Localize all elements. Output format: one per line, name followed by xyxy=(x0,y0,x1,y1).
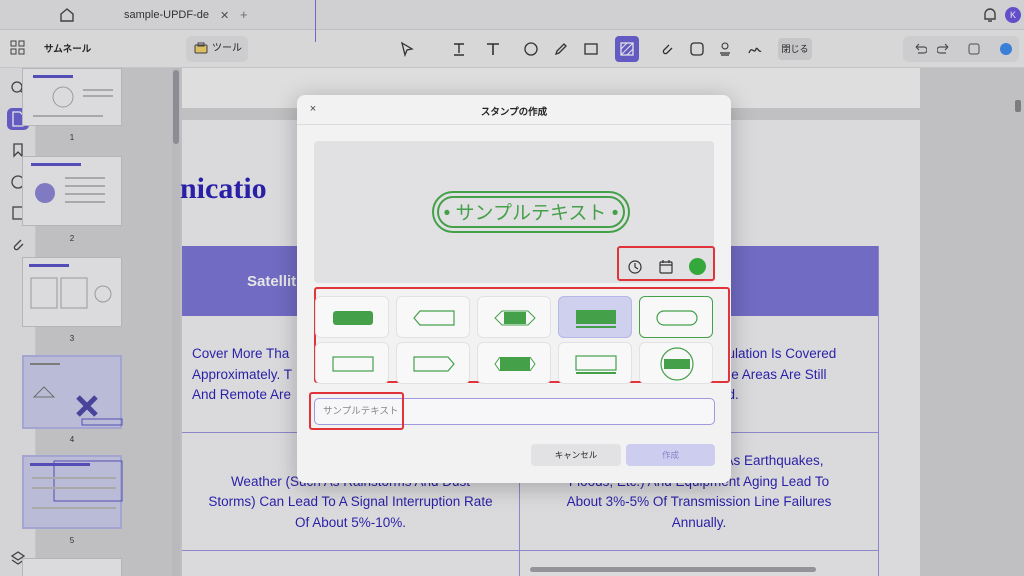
stamp-style-preview xyxy=(333,311,373,325)
stamp-style-7[interactable] xyxy=(396,342,470,384)
stamp-style-6[interactable] xyxy=(315,342,389,384)
stamp-style-3[interactable] xyxy=(477,296,551,338)
stamp-style-grid xyxy=(314,290,729,384)
stamp-style-preview xyxy=(656,310,698,326)
stamp-style-preview xyxy=(494,310,536,326)
stamp-style-preview xyxy=(413,356,455,372)
stamp-preview-text: • サンプルテキスト • xyxy=(437,196,625,228)
stamp-style-10[interactable] xyxy=(639,342,713,384)
stamp-style-preview xyxy=(660,347,694,381)
stamp-style-2[interactable] xyxy=(396,296,470,338)
stamp-style-preview xyxy=(576,310,616,328)
cancel-button[interactable]: キャンセル xyxy=(531,444,621,466)
stamp-style-preview xyxy=(413,310,455,326)
stamp-style-8[interactable] xyxy=(477,342,551,384)
stamp-style-9[interactable] xyxy=(558,342,632,384)
input-highlight xyxy=(309,392,404,430)
clock-icon[interactable] xyxy=(627,259,643,275)
create-stamp-dialog: × スタンプの作成 • サンプルテキスト • キャンセル 作成 xyxy=(297,95,731,483)
stamp-style-5[interactable] xyxy=(639,296,713,338)
stamp-style-preview xyxy=(494,356,536,372)
calendar-icon[interactable] xyxy=(658,259,674,275)
stamp-style-1[interactable] xyxy=(315,296,389,338)
stamp-preview-shape: • サンプルテキスト • xyxy=(432,191,630,233)
dialog-divider xyxy=(297,124,731,125)
stamp-color-picker[interactable] xyxy=(689,258,706,275)
stamp-style-preview xyxy=(575,355,617,374)
stamp-style-preview xyxy=(332,356,374,372)
dialog-title: スタンプの作成 xyxy=(480,107,548,118)
create-button[interactable]: 作成 xyxy=(626,444,715,466)
stamp-style-4[interactable] xyxy=(558,296,632,338)
